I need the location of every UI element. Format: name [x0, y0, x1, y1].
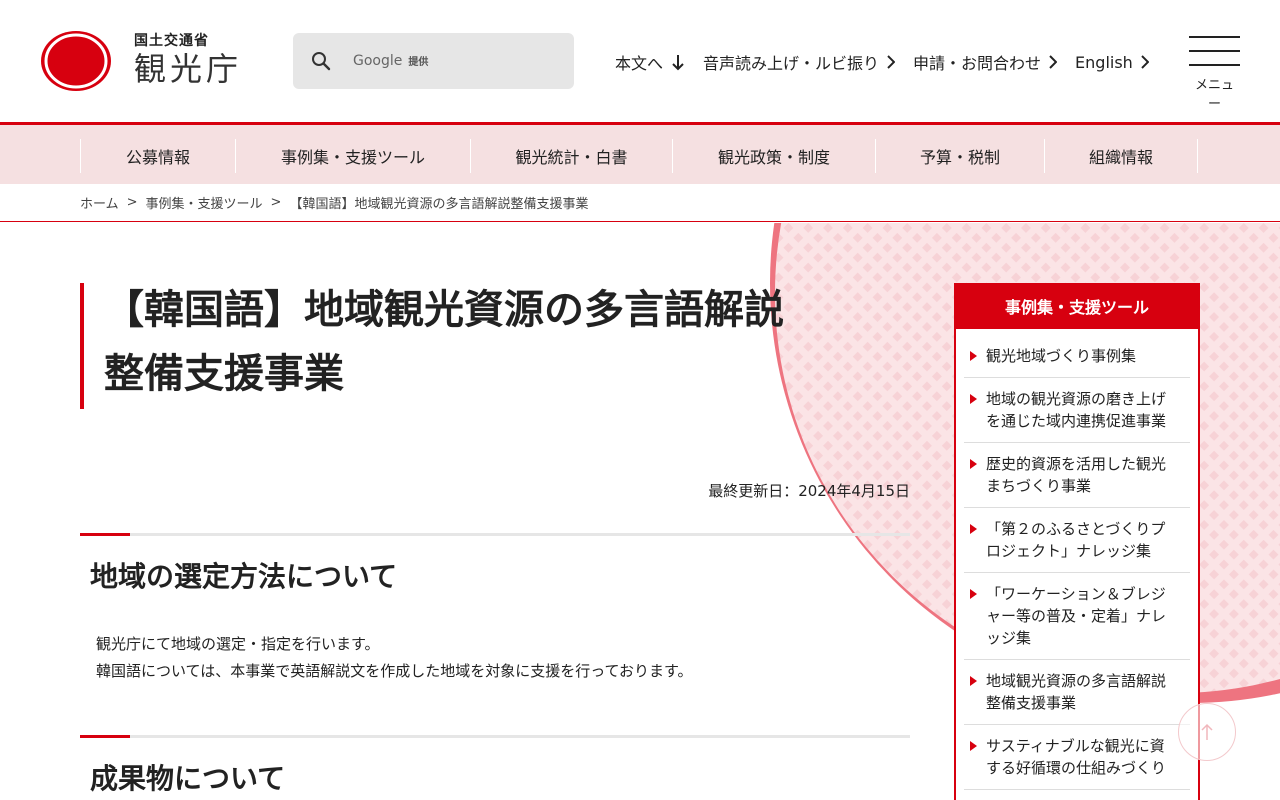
utility-nav: 本文へ 音声読み上げ・ルビ振り 申請・お問合わせ English: [615, 50, 1167, 74]
search-provider-suffix: 提供: [408, 57, 429, 68]
page-top-button[interactable]: [1178, 703, 1236, 761]
hamburger-icon: [1189, 36, 1240, 38]
gnav-item-public-offering[interactable]: 公募情報: [80, 139, 235, 173]
gnav-item-organization[interactable]: 組織情報: [1044, 139, 1198, 173]
sidebar-item-label: サスティナブルな観光に資: [986, 737, 1165, 755]
site-logo[interactable]: 国土交通省 観光庁: [40, 30, 242, 92]
gnav-item-case-studies[interactable]: 事例集・支援ツール: [235, 139, 470, 173]
sidebar-item-label: 「ワーケーション＆ブレジ: [986, 585, 1166, 603]
title-accent-bar: [80, 283, 84, 409]
sidebar-list: 観光地域づくり事例集 地域の観光資源の磨き上げ を通じた域内連携促進事業 歴史的資源を…: [956, 329, 1198, 790]
chevron-right-icon: [1141, 55, 1149, 69]
section-heading-selection: 地域の選定方法について: [90, 560, 398, 593]
accessibility-label: 音声読み上げ・ルビ振り: [703, 54, 880, 73]
breadcrumb-case-studies[interactable]: 事例集・支援ツール: [146, 193, 263, 212]
site-header: 国土交通省 観光庁 Google 提供 本文へ 音声読み上げ・ルビ振り 申請・お…: [0, 0, 1280, 122]
sidebar-item[interactable]: 「第２のふるさとづくりプ ロジェクト」ナレッジ集: [964, 508, 1190, 573]
sidebar-item[interactable]: 「ワーケーション＆ブレジ ャー等の普及・定着」ナレ ッジ集: [964, 573, 1190, 660]
sidebar-item[interactable]: 地域の観光資源の磨き上げ を通じた域内連携促進事業: [964, 378, 1190, 443]
sidebar-item-label: ッジ集: [986, 629, 1032, 647]
triangle-bullet-icon: [970, 741, 977, 751]
sidebar-item-label: 整備支援事業: [986, 694, 1077, 712]
search-icon[interactable]: [311, 51, 331, 71]
sidebar-item-label: 歴史的資源を活用した観光: [986, 455, 1167, 473]
contact-link[interactable]: 申請・お問合わせ: [913, 50, 1058, 74]
search-provider: Google: [353, 53, 403, 69]
gnav-item-policy[interactable]: 観光政策・制度: [672, 139, 875, 173]
sidebar-item-label: 地域の観光資源の磨き上げ: [986, 390, 1167, 408]
sidebar-item-label: 「第２のふるさとづくりプ: [986, 520, 1166, 538]
logo-mark-icon: [40, 30, 112, 92]
breadcrumb: ホーム > 事例集・支援ツール > 【韓国語】地域観光資源の多言語解説整備支援事…: [0, 184, 1280, 222]
gnav-item-statistics[interactable]: 観光統計・白書: [470, 139, 672, 173]
search-box[interactable]: Google 提供: [293, 33, 574, 89]
global-nav: 公募情報 事例集・支援ツール 観光統計・白書 観光政策・制度 予算・税制 組織情…: [0, 122, 1280, 184]
sidebar-item[interactable]: サスティナブルな観光に資 する好循環の仕組みづくり: [964, 725, 1190, 790]
logo-title: 観光庁: [134, 50, 243, 88]
english-link[interactable]: English: [1075, 53, 1149, 72]
chevron-right-icon: [1049, 55, 1058, 69]
logo-subtitle: 国土交通省: [134, 33, 209, 49]
gnav-item-budget[interactable]: 予算・税制: [875, 139, 1044, 173]
triangle-bullet-icon: [970, 351, 977, 361]
triangle-bullet-icon: [970, 524, 977, 534]
chevron-right-icon: [887, 55, 896, 69]
sidebar-item-label: 観光地域づくり事例集: [986, 347, 1137, 365]
sidebar-item-label: を通じた域内連携促進事業: [986, 412, 1167, 430]
sidebar-item-label: する好循環の仕組みづくり: [986, 759, 1167, 777]
sidebar-item[interactable]: 地域観光資源の多言語解説 整備支援事業: [964, 660, 1190, 725]
section-divider: [80, 735, 910, 738]
triangle-bullet-icon: [970, 589, 977, 599]
last-updated: 最終更新日：2024年4月15日: [708, 482, 910, 500]
breadcrumb-home[interactable]: ホーム: [80, 193, 119, 212]
arrow-down-icon: [672, 55, 684, 71]
skip-to-content-label: 本文へ: [615, 54, 664, 73]
page-title-line2: 整備支援事業: [104, 351, 344, 397]
accessibility-link[interactable]: 音声読み上げ・ルビ振り: [703, 50, 896, 74]
skip-to-content-link[interactable]: 本文へ: [615, 50, 685, 74]
sidebar-heading[interactable]: 事例集・支援ツール: [954, 283, 1200, 329]
contact-label: 申請・お問合わせ: [913, 54, 1042, 73]
triangle-bullet-icon: [970, 394, 977, 404]
sidebar-item[interactable]: 歴史的資源を活用した観光 まちづくり事業: [964, 443, 1190, 508]
page-title: 【韓国語】地域観光資源の多言語解説 整備支援事業: [104, 278, 904, 406]
triangle-bullet-icon: [970, 459, 977, 469]
breadcrumb-separator: >: [270, 195, 282, 210]
sidebar-item-label: ャー等の普及・定着」ナレ: [986, 607, 1167, 625]
section-text-line: 観光庁にて地域の選定・指定を行います。: [96, 635, 380, 653]
menu-button[interactable]: メニュー: [1189, 36, 1240, 112]
english-label: English: [1075, 52, 1133, 72]
section-body-selection: 観光庁にて地域の選定・指定を行います。 韓国語については、本事業で英語解説文を作…: [96, 631, 693, 685]
hamburger-line: [1189, 50, 1240, 52]
triangle-bullet-icon: [970, 676, 977, 686]
breadcrumb-separator: >: [126, 195, 138, 210]
breadcrumb-current: 【韓国語】地域観光資源の多言語解説整備支援事業: [289, 197, 589, 212]
sidebar-item[interactable]: 観光地域づくり事例集: [964, 329, 1190, 378]
sidebar-item-label: まちづくり事業: [986, 477, 1092, 495]
search-input[interactable]: Google 提供: [353, 53, 428, 69]
page-title-line1: 【韓国語】地域観光資源の多言語解説: [104, 287, 784, 333]
arrow-up-icon: [1201, 723, 1213, 740]
sidebar-item-label: ロジェクト」ナレッジ集: [986, 542, 1152, 560]
section-divider: [80, 533, 910, 536]
section-heading-deliverables: 成果物について: [90, 762, 286, 795]
menu-label: メニュー: [1194, 78, 1234, 112]
section-text-line: 韓国語については、本事業で英語解説文を作成した地域を対象に支援を行っております。: [96, 662, 693, 680]
sidebar-item-label: 地域観光資源の多言語解説: [986, 672, 1167, 690]
sidebar-nav: 事例集・支援ツール 観光地域づくり事例集地域の観光資源の磨き上げ を通じた域内連携…: [954, 283, 1200, 800]
hamburger-line: [1189, 64, 1240, 66]
